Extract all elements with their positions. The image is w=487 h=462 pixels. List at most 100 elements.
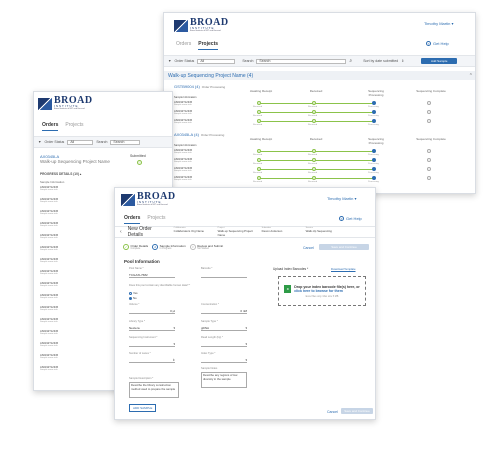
- tab-orders[interactable]: Orders: [176, 41, 191, 50]
- save-continue-button-bottom[interactable]: Save and Continue: [341, 408, 373, 414]
- project-section-header[interactable]: Walk-up Sequencing Project Name (4) ⌃: [164, 71, 475, 80]
- progress-line: [259, 169, 374, 170]
- user-menu[interactable]: Timothy Martin ▾: [327, 196, 356, 201]
- sample-notes-textarea[interactable]: Describe any regions of low diversity in…: [201, 372, 247, 388]
- volume-label: Volume *: [129, 303, 140, 306]
- lanes-stepper[interactable]: ⇕: [129, 357, 175, 363]
- sample-desc: Sample name info: [174, 104, 192, 106]
- project-id[interactable]: GSTB9004 (4) Order Processing: [174, 84, 225, 89]
- sample-row-label[interactable]: AS0192T12345 Sample name info: [174, 101, 192, 107]
- stepper-arrows-icon: ⇕: [172, 357, 175, 362]
- order-header[interactable]: AX0345LA Walk-up Sequencing Project Name: [40, 154, 110, 164]
- order-meta-item: Submitter Devon Anderson: [262, 227, 302, 237]
- back-arrow-icon[interactable]: ‹: [120, 229, 122, 235]
- chevron-down-icon: ▾: [245, 357, 247, 362]
- search-icon[interactable]: ⌕: [349, 58, 352, 64]
- sample-description-textarea[interactable]: Describe the library construction method…: [129, 382, 179, 398]
- step-1[interactable]: ✓ Order Details Complete: [123, 244, 148, 250]
- save-continue-button[interactable]: Save and Continue: [319, 244, 369, 250]
- index-type-select[interactable]: ▾: [201, 357, 247, 363]
- sample-desc: Sample name info: [40, 273, 58, 275]
- cancel-button[interactable]: Cancel: [303, 246, 314, 250]
- search-input[interactable]: Search: [256, 58, 347, 64]
- filter-icon: ▼: [168, 59, 172, 63]
- sample-row-label[interactable]: AS0192T12345 Sample name info: [174, 119, 192, 125]
- sample-row-label[interactable]: AS0192T12345 Sample name info: [174, 110, 192, 116]
- list-item[interactable]: AS0192T12345 Sample name info: [40, 366, 58, 372]
- list-item[interactable]: AS0192T12345 Sample name info: [40, 186, 58, 192]
- sample-row-label[interactable]: AS0192T12345 Sample name info: [174, 158, 192, 164]
- add-sample-label: Add Sample: [431, 59, 448, 63]
- concentration-input[interactable]: 0 nM: [201, 308, 247, 314]
- list-item[interactable]: AS0192T12345 Sample name info: [40, 270, 58, 276]
- broad-logo-front[interactable]: BROAD INSTITUTE Broad Institute of MIT a…: [121, 192, 176, 207]
- check-step-icon: [312, 176, 316, 180]
- tab-orders[interactable]: Orders: [124, 215, 141, 224]
- list-item[interactable]: AS0192T12345 Sample name info: [40, 258, 58, 264]
- volume-input[interactable]: 0 μl: [129, 308, 175, 314]
- list-item[interactable]: AS0192T12345 Sample name info: [40, 198, 58, 204]
- order-status-select[interactable]: All: [197, 58, 236, 64]
- progress-line: [259, 160, 374, 161]
- progress-line: [259, 178, 374, 179]
- step-text: Sample Information In Progress: [160, 244, 186, 250]
- tab-projects[interactable]: Projects: [65, 122, 83, 131]
- broad-logo[interactable]: BROAD INSTITUTE Broad Institute of MIT a…: [174, 18, 229, 33]
- list-item[interactable]: AS0192T12345 Sample name info: [40, 246, 58, 252]
- step-caption: Received: [308, 123, 318, 126]
- sample-row-label[interactable]: AS0192T12345 Sample name info: [174, 176, 192, 182]
- download-template-link[interactable]: Download Template: [331, 267, 356, 271]
- list-item[interactable]: AS0192T12345 Sample name info: [40, 294, 58, 300]
- check-step-icon: [372, 110, 376, 114]
- browse-link[interactable]: click here to browse for them: [294, 289, 360, 293]
- sample-type-select[interactable]: gDNA ▾: [201, 325, 247, 331]
- list-item[interactable]: AS0192T12345 Sample name info: [40, 354, 58, 360]
- barcode-input[interactable]: [201, 272, 247, 278]
- sort-label[interactable]: Sort by date submitted: [363, 59, 398, 63]
- pending-step-icon: [427, 110, 431, 114]
- instrument-select[interactable]: ▾: [129, 341, 175, 347]
- get-help-link[interactable]: ? Get Help: [426, 41, 449, 46]
- add-sample-button[interactable]: ADD SAMPLE: [129, 404, 157, 412]
- sort-icon: ⇕: [401, 59, 405, 63]
- sample-desc: Sample name info: [40, 309, 58, 311]
- library-type-select[interactable]: Nextera ▾: [129, 325, 175, 331]
- list-item[interactable]: AS0192T12345 Sample name info: [40, 222, 58, 228]
- project-id[interactable]: AX0345LA (4) Order Processing: [174, 132, 224, 137]
- search-input[interactable]: Search: [110, 139, 141, 145]
- step-3[interactable]: 3 Review and Submit Not Started: [189, 244, 223, 250]
- sample-row-label[interactable]: AS0192T12345 Sample name info: [174, 149, 192, 155]
- progress-line: [259, 151, 374, 152]
- step-caption: Processing: [368, 105, 379, 108]
- tab-projects[interactable]: Projects: [198, 41, 219, 50]
- cancel-button-bottom[interactable]: Cancel: [327, 410, 338, 414]
- read-length-select[interactable]: ▾: [201, 341, 247, 347]
- project-id-text: GSTB9004 (4): [174, 84, 200, 89]
- list-item[interactable]: AS0192T12345 Sample name info: [40, 318, 58, 324]
- get-help-link[interactable]: ? Get Help: [339, 216, 362, 221]
- pool-name-input[interactable]: TCGAXL7682: [129, 272, 175, 278]
- user-menu[interactable]: Timothy Martin ▾: [424, 21, 453, 26]
- list-item[interactable]: AS0192T12345 Sample name info: [40, 210, 58, 216]
- list-item[interactable]: AS0192T12345 Sample name info: [40, 342, 58, 348]
- list-item[interactable]: AS0192T12345 Sample name info: [40, 330, 58, 336]
- step-2[interactable]: 2 Sample Information In Progress: [152, 244, 186, 250]
- sample-row-label[interactable]: AS0192T12345 Sample name info: [174, 167, 192, 173]
- broad-logo-left[interactable]: BROAD INSTITUTE Broad Institute of MIT a…: [38, 96, 93, 111]
- progress-details-toggle[interactable]: PROGRESS DETAILS (10) ▴: [40, 172, 81, 176]
- search-label: Search: [242, 59, 254, 63]
- tab-orders[interactable]: Orders: [42, 122, 59, 131]
- check-step-icon: [312, 158, 316, 162]
- radio-no[interactable]: No: [129, 296, 138, 300]
- list-item[interactable]: AS0192T12345 Sample name info: [40, 306, 58, 312]
- list-item[interactable]: AS0192T12345 Sample name info: [40, 234, 58, 240]
- tab-projects[interactable]: Projects: [147, 215, 165, 224]
- add-sample-button[interactable]: Add Sample: [421, 58, 458, 64]
- radio-yes[interactable]: Yes: [129, 291, 138, 295]
- sample-info-header: Sample Information: [40, 180, 65, 184]
- file-drop-zone[interactable]: X Drop your index barcode file(s) here, …: [278, 276, 366, 306]
- volume-unit: 0 μl: [170, 308, 175, 313]
- sample-desc: Sample name info: [40, 237, 58, 239]
- order-status-select[interactable]: All: [67, 139, 94, 145]
- list-item[interactable]: AS0192T12345 Sample name info: [40, 282, 58, 288]
